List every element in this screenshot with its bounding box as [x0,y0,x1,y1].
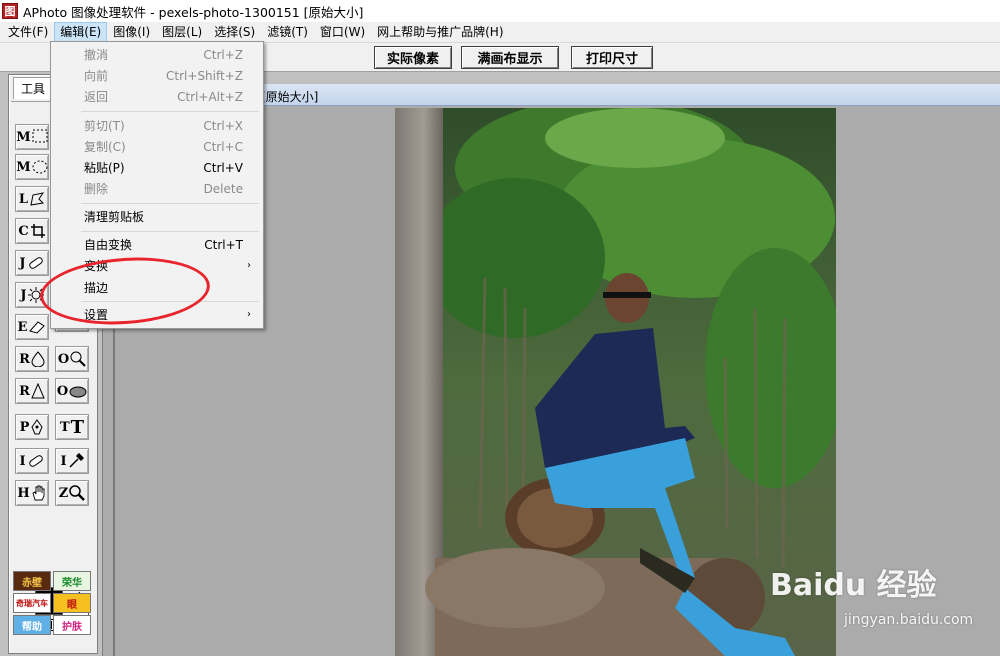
hand-tool[interactable]: H [15,480,49,506]
menu-edit[interactable]: 编辑(E) [54,22,108,42]
pen-icon [31,419,43,435]
sharpen-tool[interactable]: R [15,378,49,404]
menu-filter[interactable]: 滤镜(T) [261,22,314,42]
eyedropper-tool[interactable]: I [55,448,89,474]
submenu-arrow-icon: › [247,309,251,320]
menu-step-back[interactable]: 返回 Ctrl+Alt+Z [53,86,261,107]
menu-separator [81,301,259,302]
fit-canvas-button[interactable]: 满画布显示 [461,46,559,69]
menu-free-transform[interactable]: 自由变换 Ctrl+T [53,234,261,255]
menu-bar: 文件(F) 编辑(E) 图像(I) 图层(L) 选择(S) 滤镜(T) 窗口(W… [0,22,1000,42]
blur-tool[interactable]: R [15,346,49,372]
eraser-tool[interactable]: E [15,314,49,340]
menu-separator [81,111,259,112]
menu-delete[interactable]: 删除 Delete [53,178,261,199]
actual-pixels-button[interactable]: 实际像素 [374,46,452,69]
ad-tile[interactable]: 赤壁 [13,571,51,591]
app-icon: 图 [2,3,18,19]
watermark-logo: Baidu 经验 [770,568,937,603]
bandage-tool-2[interactable]: I [15,448,49,474]
ellipse-marquee-tool[interactable]: M [15,154,49,180]
menu-separator [81,231,259,232]
window-title: APhoto 图像处理软件 - pexels-photo-1300151 [原始… [23,4,364,20]
text-icon: T [70,416,85,438]
triangle-icon [31,383,45,399]
watermark: Baidu 经验 jingyan.baidu.com [770,560,974,640]
print-size-button[interactable]: 打印尺寸 [571,46,653,69]
ad-tile[interactable]: 护肤 [53,615,91,635]
menu-file[interactable]: 文件(F) [2,22,54,42]
eraser-icon [29,321,46,334]
eyedropper-icon [69,453,84,468]
pen-tool[interactable]: P [15,414,49,440]
dodge-tool[interactable]: O [55,346,89,372]
menu-window[interactable]: 窗口(W) [314,22,371,42]
sponge-tool[interactable]: O [55,378,89,404]
sun-icon [27,287,44,303]
healing-brush-tool[interactable]: J [15,250,49,276]
document-title: [原始大小] [261,90,319,104]
menu-step-forward[interactable]: 向前 Ctrl+Shift+Z [53,65,261,86]
menu-layer[interactable]: 图层(L) [156,22,208,42]
rect-marquee-tool[interactable]: M [15,124,49,150]
bandage-icon [28,257,43,269]
rect-select-icon [32,129,48,143]
menu-copy[interactable]: 复制(C) Ctrl+C [53,136,261,157]
ad-tile[interactable]: 荣华 [53,571,91,591]
menu-paste[interactable]: 粘贴(P) Ctrl+V [53,157,261,178]
menu-select[interactable]: 选择(S) [208,22,261,42]
title-bar: 图 APhoto 图像处理软件 - pexels-photo-1300151 [… [0,0,1000,22]
watermark-url: jingyan.baidu.com [844,612,974,628]
edit-menu-dropdown: 撤消 Ctrl+Z 向前 Ctrl+Shift+Z 返回 Ctrl+Alt+Z … [50,41,264,329]
menu-settings[interactable]: 设置 › [53,304,261,325]
menu-transform[interactable]: 变换 › [53,255,261,276]
bandage-icon [28,455,43,467]
submenu-arrow-icon: › [247,260,251,271]
drop-icon [31,351,45,367]
menu-image[interactable]: 图像(I) [107,22,156,42]
menu-clear-clipboard[interactable]: 清理剪贴板 [53,206,261,227]
lasso-icon [30,192,45,206]
sponge-icon [69,386,87,398]
lasso-tool[interactable]: L [15,186,49,212]
menu-stroke[interactable]: 描边 [53,277,261,298]
magnifier-icon [69,485,86,501]
text-tool[interactable]: T T [55,414,89,440]
dodge-icon [70,351,86,367]
menu-help[interactable]: 网上帮助与推广品牌(H) [371,22,509,42]
ad-tile[interactable]: 眼 [53,593,91,613]
ad-tile[interactable]: 奇瑞汽车 [13,593,51,613]
menu-cut[interactable]: 剪切(T) Ctrl+X [53,115,261,136]
spot-heal-tool[interactable]: J [15,282,49,308]
crop-tool[interactable]: C [15,218,49,244]
zoom-tool[interactable]: Z [55,480,89,506]
ad-tile[interactable]: 帮助 [13,615,51,635]
hand-icon [32,485,45,501]
crop-icon [30,224,45,238]
menu-undo[interactable]: 撤消 Ctrl+Z [53,44,261,65]
menu-separator [81,203,259,204]
tools-tab[interactable]: 工具 [13,77,53,99]
ellipse-select-icon [32,160,48,174]
